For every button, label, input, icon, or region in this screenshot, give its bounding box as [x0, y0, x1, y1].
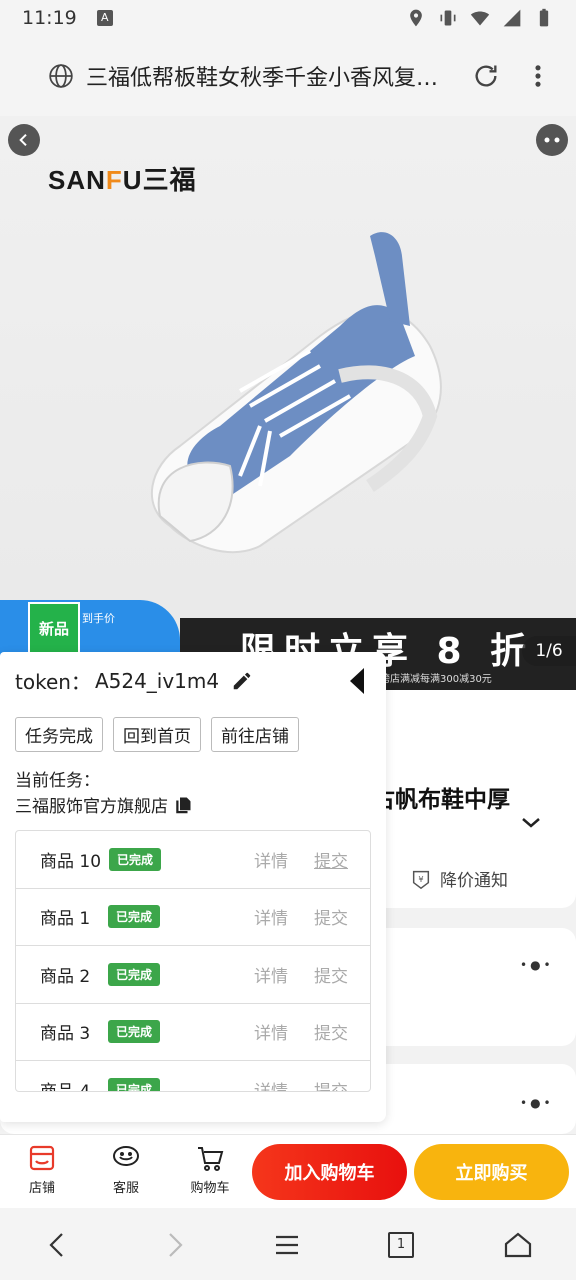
price-tag-icon: ¥: [412, 870, 430, 889]
current-task-label: 当前任务：: [15, 771, 100, 791]
price-drop-notice[interactable]: ¥ 降价通知: [410, 866, 508, 891]
task-item-list[interactable]: 商品 10 已完成 详情 提交 商品 1 已完成 详情 提交 商品 2 已完成 …: [15, 830, 371, 1092]
status-badge: 已完成: [109, 847, 162, 871]
current-task-value: 三福服饰官方旗舰店: [15, 792, 192, 817]
status-badge: 已完成: [108, 1077, 161, 1091]
more-vert-icon[interactable]: [524, 62, 552, 90]
chevron-left-icon: [19, 133, 27, 147]
submit-link[interactable]: 提交: [314, 847, 348, 872]
cart-label: 购物车: [190, 1181, 230, 1196]
go-to-shop-button[interactable]: 前往店铺: [211, 717, 299, 752]
shop-button[interactable]: 店铺: [12, 1143, 72, 1196]
menu-icon[interactable]: [272, 1230, 302, 1260]
wifi-icon: [470, 11, 490, 26]
back-home-button[interactable]: 回到首页: [113, 717, 201, 752]
status-badge: 已完成: [108, 1020, 161, 1044]
list-item: 商品 1 已完成 详情 提交: [16, 889, 370, 946]
back-icon[interactable]: [42, 1230, 72, 1260]
product-title-fragment: 古帆布鞋中厚: [372, 787, 510, 813]
token-label: token：: [15, 670, 91, 694]
detail-link[interactable]: 详情: [254, 904, 288, 929]
item-name: 商品 3: [40, 1024, 91, 1045]
list-item: 商品 3 已完成 详情 提交: [16, 1004, 370, 1061]
status-icons: [406, 8, 554, 28]
product-image-carousel[interactable]: SANFU三福 新品 到手价 限时立享 8 折 跨店满减每满300减30元 1/…: [0, 116, 576, 690]
more-button[interactable]: [536, 124, 568, 156]
detail-link[interactable]: 详情: [254, 847, 288, 872]
submit-link[interactable]: 提交: [314, 962, 348, 987]
browser-nav-bar: 1: [0, 1208, 576, 1280]
reload-icon[interactable]: [472, 62, 500, 90]
vibrate-icon: [440, 10, 456, 26]
task-panel: token： A524_iv1m4 任务完成 回到首页 前往店铺 当前任务： 三…: [0, 652, 386, 1122]
token-row: token： A524_iv1m4: [15, 666, 253, 695]
location-icon: [410, 9, 422, 27]
list-item: 商品 4 已完成 详情 提交: [16, 1061, 370, 1092]
submit-link[interactable]: 提交: [314, 1077, 348, 1091]
service-button[interactable]: 客服: [96, 1143, 156, 1196]
current-task-text: 三福服饰官方旗舰店: [15, 797, 168, 817]
item-name: 商品 2: [40, 966, 91, 987]
chat-icon: [113, 1146, 139, 1166]
shop-icon: [29, 1145, 55, 1171]
list-item: 商品 10 已完成 详情 提交: [16, 831, 370, 889]
chevron-down-icon[interactable]: [520, 816, 542, 830]
task-complete-button[interactable]: 任务完成: [15, 717, 103, 752]
home-icon[interactable]: [503, 1230, 533, 1260]
page-title[interactable]: 三福低帮板鞋女秋季千金小香风复…: [86, 60, 452, 92]
shoe-image: [151, 232, 442, 554]
item-name: 商品 10: [40, 851, 102, 872]
status-badge: 已完成: [108, 905, 161, 929]
coupon-more-icon[interactable]: •●•: [520, 958, 551, 972]
bottom-action-bar: 店铺 客服 购物车 加入购物车 立即购买: [0, 1134, 576, 1208]
image-pager: 1/6: [522, 636, 576, 666]
tabs-button[interactable]: 1: [388, 1232, 414, 1258]
detail-link[interactable]: 详情: [254, 1077, 288, 1091]
shop-label: 店铺: [28, 1181, 55, 1196]
cart-icon: [198, 1147, 224, 1171]
item-name: 商品 4: [40, 1081, 91, 1092]
brand-logo: SANFU三福: [48, 165, 197, 195]
copy-icon[interactable]: [174, 796, 192, 814]
tabs-count: 1: [396, 1237, 406, 1252]
signal-icon: [503, 9, 521, 27]
promo-tag: 到手价: [82, 612, 115, 625]
back-button[interactable]: [8, 124, 40, 156]
token-value: A524_iv1m4: [94, 668, 220, 693]
buy-now-button[interactable]: 立即购买: [414, 1144, 569, 1200]
globe-icon: [49, 64, 73, 88]
forward-icon[interactable]: [160, 1230, 190, 1260]
promo-subtext: 跨店满减每满300减30元: [380, 674, 492, 685]
item-name: 商品 1: [40, 909, 91, 930]
cart-button[interactable]: 购物车: [180, 1143, 240, 1196]
add-to-cart-button[interactable]: 加入购物车: [252, 1144, 407, 1200]
status-time: 11:19: [22, 7, 77, 29]
price-notice-label: 降价通知: [440, 871, 508, 891]
edit-icon[interactable]: [231, 670, 253, 692]
service-more-icon[interactable]: •●•: [520, 1096, 551, 1110]
notification-a-icon: A: [96, 10, 113, 26]
browser-url-bar: 三福低帮板鞋女秋季千金小香风复…: [0, 36, 576, 116]
more-horiz-icon: [544, 137, 560, 143]
svg-text:¥: ¥: [418, 873, 423, 883]
submit-link[interactable]: 提交: [314, 904, 348, 929]
detail-link[interactable]: 详情: [254, 1019, 288, 1044]
list-item: 商品 2 已完成 详情 提交: [16, 946, 370, 1004]
battery-icon: [539, 8, 549, 27]
submit-link[interactable]: 提交: [314, 1019, 348, 1044]
status-badge: 已完成: [108, 962, 161, 986]
status-bar: 11:19 A: [0, 0, 576, 36]
collapse-panel-icon[interactable]: [348, 666, 366, 696]
new-badge: 新品: [28, 602, 80, 658]
panel-button-row: 任务完成 回到首页 前往店铺: [15, 717, 299, 752]
service-label: 客服: [112, 1181, 139, 1196]
detail-link[interactable]: 详情: [254, 962, 288, 987]
